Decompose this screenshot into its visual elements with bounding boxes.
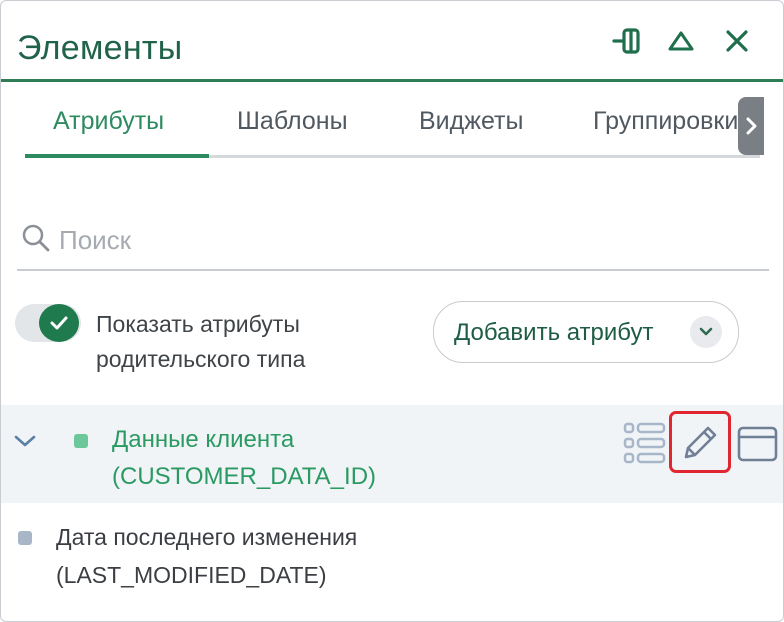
window-icon[interactable]: [737, 425, 779, 468]
tab-attributes[interactable]: Атрибуты: [53, 107, 164, 136]
tab-templates[interactable]: Шаблоны: [237, 107, 348, 136]
attribute-row[interactable]: Данные клиента (CUSTOMER_DATA_ID): [1, 405, 783, 503]
attribute-label: Данные клиента (CUSTOMER_DATA_ID): [112, 421, 376, 495]
show-parent-attributes-toggle[interactable]: [15, 304, 81, 342]
tabs-scroll-right-button[interactable]: [738, 97, 764, 155]
toggle-label: Показать атрибуты родительского типа: [96, 307, 426, 377]
tab-bar: Атрибуты Шаблоны Виджеты Группировки: [25, 97, 764, 161]
close-icon[interactable]: [719, 23, 755, 59]
panel-header: Элементы: [1, 1, 783, 82]
toggle-label-line2: родительского типа: [96, 346, 306, 372]
attribute-type-marker: [18, 531, 32, 545]
collapse-icon[interactable]: [663, 23, 699, 59]
attribute-name: Данные клиента: [112, 426, 295, 453]
add-attribute-button[interactable]: Добавить атрибут: [433, 301, 739, 363]
list-icon[interactable]: [623, 421, 667, 470]
dock-icon[interactable]: [609, 23, 645, 59]
attribute-code: (CUSTOMER_DATA_ID): [112, 463, 377, 490]
add-attribute-label: Добавить атрибут: [454, 319, 654, 346]
expand-chevron-icon[interactable]: [13, 431, 37, 456]
tab-groupings[interactable]: Группировки: [593, 107, 737, 136]
attribute-name: Дата последнего изменения: [56, 524, 358, 550]
chevron-right-icon: [746, 117, 757, 135]
chevron-down-icon: [690, 316, 722, 348]
elements-panel: Элементы Атрибуты Шаблоны Виджеты Группи…: [0, 0, 784, 622]
search-box: [17, 217, 769, 271]
search-input[interactable]: [57, 219, 761, 261]
attribute-row-label[interactable]: Дата последнего изменения (LAST_MODIFIED…: [56, 518, 357, 594]
check-icon: [50, 316, 68, 330]
attribute-type-marker: [74, 434, 88, 448]
tab-widgets[interactable]: Виджеты: [419, 107, 523, 136]
edit-button-highlight: [669, 411, 731, 473]
search-icon: [22, 224, 50, 252]
toggle-label-line1: Показать атрибуты: [96, 311, 300, 337]
toggle-knob: [39, 304, 79, 342]
attribute-code: (LAST_MODIFIED_DATE): [56, 562, 327, 588]
panel-title: Элементы: [17, 29, 183, 67]
active-tab-indicator: [25, 154, 209, 158]
